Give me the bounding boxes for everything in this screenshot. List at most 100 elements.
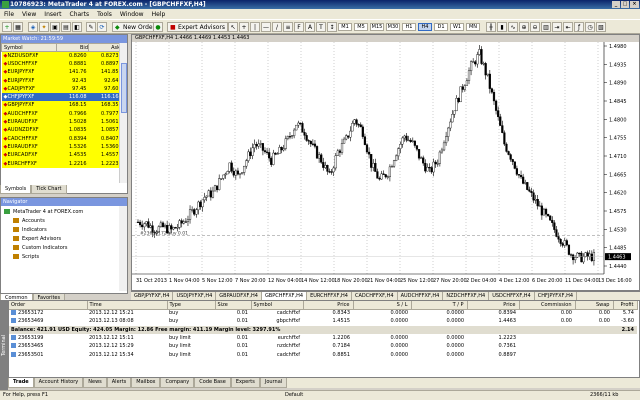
menu-help[interactable]: Help <box>148 11 170 18</box>
vertical-line-icon[interactable]: | <box>250 22 260 32</box>
profiles-icon[interactable]: ▦ <box>13 22 23 32</box>
market-watch-row[interactable]: ◆EURCADFXF 1.4535 1.4557 <box>1 151 121 160</box>
price-chart[interactable]: 31 Oct 2013 1 Nov 04:00 5 Nov 12:00 7 Nov 2… <box>132 42 639 290</box>
timeframe-m30[interactable]: M30 <box>386 23 400 31</box>
metaeditor-icon[interactable]: ✎ <box>86 22 96 32</box>
market-watch-row[interactable]: ◆EURJPYFXF 141.76 141.85 <box>1 68 121 77</box>
bar-chart-icon[interactable]: ╫ <box>486 22 496 32</box>
minimize-icon[interactable]: _ <box>612 1 620 8</box>
text-icon[interactable]: A <box>305 22 315 32</box>
column-header[interactable]: Type <box>167 301 216 310</box>
terminal-icon[interactable]: ▤ <box>61 22 71 32</box>
order-row[interactable]: 23653172 2013.12.12 15:21 buy 0.01 cadchffxf… <box>9 309 637 317</box>
market-watch-row[interactable]: ◆EURAUDFXF 1.5326 1.5360 <box>1 142 121 152</box>
autoscroll-icon[interactable]: ⇥ <box>552 22 562 32</box>
timeframe-m5[interactable]: M5 <box>354 23 368 31</box>
order-row[interactable]: 23653199 2013.12.12 15:11 buy limit 0.01 eur… <box>9 334 637 342</box>
channel-icon[interactable]: ≡ <box>283 22 293 32</box>
timeframe-m1[interactable]: M1 <box>338 23 352 31</box>
periods-icon[interactable]: ◷ <box>585 22 595 32</box>
terminal-tab[interactable]: News <box>83 378 107 388</box>
terminal-tab[interactable]: Company <box>160 378 195 388</box>
market-watch-scrollbar[interactable] <box>119 43 127 183</box>
column-header[interactable]: Order <box>9 301 88 310</box>
column-bid[interactable]: Bid <box>56 43 89 52</box>
terminal-tab[interactable]: Journal <box>259 378 288 388</box>
column-symbol[interactable]: Symbol <box>1 43 57 52</box>
market-watch-row[interactable]: ◆CADJPYFXF 97.45 97.60 <box>1 84 121 93</box>
maximize-icon[interactable]: □ <box>621 1 629 8</box>
terminal-tab[interactable]: Mailbox <box>131 378 161 388</box>
terminal-tab[interactable]: Account History <box>33 378 84 388</box>
market-watch-row[interactable]: ◆EURAUDFXF 1.5028 1.5061 <box>1 117 121 127</box>
market-watch-row[interactable]: ◆AUDCHFFXF 0.7966 0.7977 <box>1 109 121 118</box>
chart-tab[interactable]: GBPJPYFXF,H4 <box>131 292 174 300</box>
navigator-item-scripts[interactable]: Scripts <box>13 253 39 261</box>
column-header[interactable]: Size <box>215 301 252 310</box>
market-watch-row[interactable]: ◆CHFJPYFXF 116.08 116.16 <box>1 92 121 102</box>
chart-tab[interactable]: NZDCHFFXF,H4 <box>443 292 490 300</box>
autotrading-indicator-icon[interactable]: ● <box>153 22 163 32</box>
chart-tab[interactable]: CADCHFFXF,H4 <box>352 292 398 300</box>
menu-file[interactable]: File <box>0 11 18 18</box>
column-ask[interactable]: Ask <box>88 43 121 52</box>
navigator-scrollbar[interactable] <box>119 206 127 291</box>
column-header[interactable]: S / L <box>353 301 412 310</box>
navigator-root[interactable]: MetaTrader 4 at FOREX.com <box>4 208 83 216</box>
market-watch-icon[interactable]: ◈ <box>28 22 38 32</box>
navigator-item-indicators[interactable]: Indicators <box>13 226 47 234</box>
terminal-tab[interactable]: Experts <box>230 378 260 388</box>
navigator-icon[interactable]: ▣ <box>50 22 60 32</box>
navigator-item-expert-advisors[interactable]: Expert Advisors <box>13 235 61 243</box>
menu-insert[interactable]: Insert <box>40 11 65 18</box>
horizontal-line-icon[interactable]: — <box>261 22 271 32</box>
menu-charts[interactable]: Charts <box>66 11 94 18</box>
market-watch-row[interactable]: ◆NZDUSDFXF 0.8260 0.8273 <box>1 51 121 60</box>
timeframe-d1[interactable]: D1 <box>434 23 448 31</box>
order-row[interactable]: 23653469 2013.12.13 08:08 buy 0.01 gbpchffxf… <box>9 317 637 325</box>
market-watch-row[interactable]: ◆EURCHFFXF 1.2216 1.2223 <box>1 159 121 168</box>
templates-icon[interactable]: ▧ <box>596 22 606 32</box>
column-header[interactable]: Commission <box>519 301 576 310</box>
order-row[interactable]: 23653501 2013.12.12 15:34 buy limit 0.01 cad… <box>9 350 637 358</box>
cursor-icon[interactable]: ↖ <box>228 22 238 32</box>
chart-tab[interactable]: AUDCHFFXF,H4 <box>398 292 444 300</box>
chart-shift-icon[interactable]: ⇤ <box>563 22 573 32</box>
fibonacci-icon[interactable]: Ϝ <box>294 22 304 32</box>
tab-symbols[interactable]: Symbols <box>0 185 32 194</box>
column-header[interactable]: Swap <box>575 301 614 310</box>
zoom-in-icon[interactable]: ⊕ <box>519 22 529 32</box>
indicators-icon[interactable]: ƒ <box>574 22 584 32</box>
timeframe-h1[interactable]: H1 <box>402 23 416 31</box>
new-chart-icon[interactable]: + <box>2 22 12 32</box>
timeframe-w1[interactable]: W1 <box>450 23 464 31</box>
new-order-button[interactable]: ◆ New Order <box>112 22 159 32</box>
zoom-out-icon[interactable]: ⊖ <box>530 22 540 32</box>
column-header[interactable]: Time <box>87 301 168 310</box>
line-chart-icon[interactable]: ∿ <box>508 22 518 32</box>
chart-tab[interactable]: EURCHFFXF,H4 <box>307 292 352 300</box>
chart-tab[interactable]: USDCHFFXF,H4 <box>489 292 535 300</box>
timeframe-h4[interactable]: H4 <box>418 23 432 31</box>
chart-tab[interactable]: USDJPYFXF,H4 <box>173 292 217 300</box>
timeframe-m15[interactable]: M15 <box>370 23 384 31</box>
navigator-item-accounts[interactable]: Accounts <box>13 217 45 225</box>
column-header[interactable]: T / P <box>411 301 468 310</box>
arrows-icon[interactable]: ↕ <box>327 22 337 32</box>
market-watch-row[interactable]: ◆GBPJPYFXF 168.15 168.35 <box>1 101 121 110</box>
menu-window[interactable]: Window <box>116 11 148 18</box>
market-watch-row[interactable]: ◆USDCHFFXF 0.8881 0.8897 <box>1 59 121 69</box>
terminal-tab[interactable]: Trade <box>8 378 34 388</box>
trendline-icon[interactable]: / <box>272 22 282 32</box>
market-watch-row[interactable]: ◆EURJPYFXF 92.43 92.64 <box>1 76 121 85</box>
order-row[interactable]: 23653465 2013.12.12 15:29 buy limit 0.01 nzd… <box>9 342 637 350</box>
market-watch-row[interactable]: ◆AUDNZDFXF 1.0835 1.0857 <box>1 126 121 135</box>
timeframe-mn[interactable]: MN <box>466 23 480 31</box>
column-header[interactable]: Symbol <box>251 301 304 310</box>
terminal-tab[interactable]: Code Base <box>194 378 231 388</box>
column-header[interactable]: Price <box>303 301 354 310</box>
history-icon[interactable]: ⟳ <box>97 22 107 32</box>
label-icon[interactable]: T <box>316 22 326 32</box>
candlestick-icon[interactable]: ▮ <box>497 22 507 32</box>
terminal-tab[interactable]: Alerts <box>106 378 132 388</box>
